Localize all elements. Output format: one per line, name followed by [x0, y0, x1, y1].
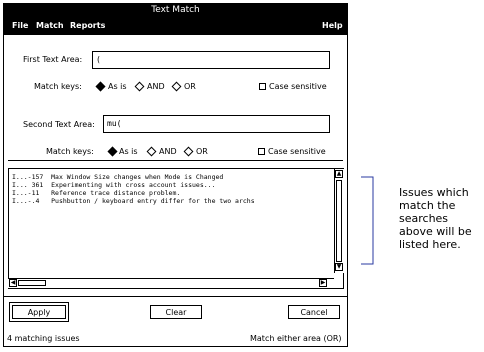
second-text-area-label: Second Text Area: — [23, 120, 95, 129]
clear-button[interactable]: Clear — [150, 305, 202, 319]
radio-and-2-label: AND — [159, 147, 177, 156]
apply-button[interactable]: Apply — [9, 302, 69, 322]
scroll-down-arrow-icon[interactable]: ▼ — [335, 263, 343, 271]
menu-help[interactable]: Help — [322, 17, 343, 35]
scroll-up-arrow-icon[interactable]: ▲ — [335, 170, 343, 178]
match-keys-label-1: Match keys: — [34, 82, 82, 91]
results-list[interactable]: I...-157 Max Window Size changes when Mo… — [8, 168, 344, 289]
list-item[interactable]: I...-.4 Pushbutton / keyboard entry diff… — [12, 197, 255, 206]
cancel-button[interactable]: Cancel — [288, 305, 340, 319]
first-text-area-label: First Text Area: — [23, 55, 83, 64]
menu-file[interactable]: File — [12, 17, 28, 35]
case-sensitive-label-2: Case sensitive — [268, 147, 326, 156]
case-sensitive-checkbox-1[interactable] — [259, 83, 266, 90]
window-title: Text Match — [4, 4, 347, 17]
horizontal-scrollbar[interactable] — [8, 278, 334, 288]
case-sensitive-checkbox-2[interactable] — [258, 148, 265, 155]
callout-bracket — [361, 176, 374, 265]
first-text-area-field[interactable]: ( — [92, 51, 330, 69]
radio-and-1-label: AND — [147, 82, 165, 91]
menu-reports[interactable]: Reports — [70, 17, 105, 35]
radio-or-1-label: OR — [184, 82, 196, 91]
menu-bar: File Match Reports Help — [4, 17, 347, 35]
second-text-area-field[interactable]: mu( — [103, 115, 330, 133]
radio-as-is-2-label: As is — [119, 147, 138, 156]
matching-count-status: 4 matching issues — [7, 334, 80, 343]
menu-match[interactable]: Match — [36, 17, 64, 35]
horizontal-scroll-thumb[interactable] — [18, 280, 46, 286]
radio-or-2-label: OR — [196, 147, 208, 156]
callout-text: Issues which match the searches above wi… — [399, 186, 472, 251]
separator-top — [8, 160, 343, 161]
match-mode-status: Match either area (OR) — [250, 334, 342, 343]
separator-bottom — [4, 296, 347, 297]
vertical-scroll-thumb[interactable] — [336, 180, 342, 262]
case-sensitive-label-1: Case sensitive — [269, 82, 327, 91]
radio-as-is-1-label: As is — [108, 82, 127, 91]
match-keys-label-2: Match keys: — [46, 147, 94, 156]
scroll-right-arrow-icon[interactable]: ▶ — [319, 279, 327, 287]
scroll-left-arrow-icon[interactable]: ◀ — [9, 279, 17, 287]
